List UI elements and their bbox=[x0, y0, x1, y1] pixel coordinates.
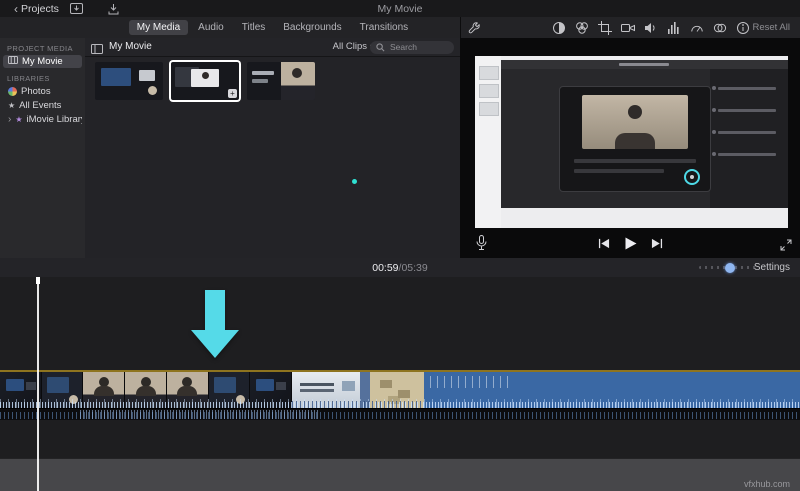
clip-audio-waveform[interactable] bbox=[0, 408, 800, 420]
cursor-highlight-ring bbox=[684, 169, 700, 185]
thumbnail-person bbox=[202, 72, 209, 79]
stabilization-icon[interactable] bbox=[620, 20, 635, 35]
clip-adjust-icons bbox=[551, 20, 750, 35]
zoom-slider-thumb[interactable] bbox=[725, 262, 735, 273]
toolbar-band: My Media Audio Titles Backgrounds Transi… bbox=[0, 17, 800, 39]
disclosure-icon: › bbox=[8, 113, 12, 125]
noise-reduction-icon[interactable] bbox=[666, 20, 681, 35]
clip-thumbnail-selected[interactable]: + bbox=[171, 62, 239, 100]
thumbnail-dialog bbox=[139, 70, 155, 81]
sidebar-item-imovie-library[interactable]: › ★ iMovie Library bbox=[3, 113, 82, 126]
browser-title: My Movie bbox=[109, 41, 152, 52]
timeline: vfxhub.com bbox=[0, 277, 800, 491]
timeline-clip[interactable] bbox=[0, 372, 800, 408]
media-thumbnails: + bbox=[95, 62, 315, 100]
viewer-panel bbox=[460, 38, 800, 258]
window-title: My Movie bbox=[377, 2, 423, 15]
titlebar: ‹ Projects My Movie bbox=[0, 0, 800, 18]
preview-app-sidebar bbox=[710, 69, 788, 208]
photos-icon bbox=[8, 87, 17, 96]
filmstrip-icon bbox=[8, 56, 18, 67]
tab-audio[interactable]: Audio bbox=[190, 20, 232, 35]
imovie-window: ‹ Projects My Movie My Media Audio Title… bbox=[0, 0, 800, 491]
reset-all-button[interactable]: Reset All bbox=[747, 21, 797, 34]
search-input[interactable] bbox=[388, 41, 448, 53]
library-star-icon: ★ bbox=[15, 114, 23, 124]
playhead[interactable] bbox=[35, 277, 40, 491]
preview-sidebar-row bbox=[712, 130, 776, 134]
waveform-overlay-dark bbox=[292, 401, 424, 408]
search-icon bbox=[376, 42, 385, 52]
preview-person-video bbox=[582, 95, 688, 149]
media-browser: My Movie All Clips ▾ + bbox=[85, 38, 460, 258]
sidebar-item-label: All Events bbox=[19, 100, 62, 111]
star-icon: ★ bbox=[8, 100, 16, 110]
crop-icon[interactable] bbox=[597, 20, 612, 35]
person-shoulders bbox=[615, 133, 655, 149]
playback-controls bbox=[460, 237, 800, 250]
preview-dialog-row bbox=[574, 159, 696, 163]
sidebar-item-label: iMovie Library bbox=[26, 114, 82, 125]
volume-icon[interactable] bbox=[643, 20, 658, 35]
fullscreen-icon[interactable] bbox=[780, 239, 792, 254]
preview-sidebar-row bbox=[712, 86, 776, 90]
adjust-toolbar: Reset All bbox=[460, 17, 800, 38]
search-field[interactable] bbox=[370, 40, 454, 54]
timeline-toolbar: 00:59 / 05:39 Settings bbox=[0, 258, 800, 278]
preview-sidebar-row bbox=[712, 152, 776, 156]
enhance-wrench-icon[interactable] bbox=[466, 20, 481, 35]
color-correction-icon[interactable] bbox=[574, 20, 589, 35]
person-head bbox=[628, 105, 642, 119]
preview-app-window bbox=[501, 60, 788, 208]
tab-titles[interactable]: Titles bbox=[234, 20, 274, 35]
project-media-header: PROJECT MEDIA bbox=[7, 44, 73, 53]
tab-transitions[interactable]: Transitions bbox=[352, 20, 417, 35]
thumbnail-person bbox=[148, 86, 157, 95]
sidebar-item-my-movie[interactable]: My Movie bbox=[3, 55, 82, 68]
all-clips-dropdown[interactable]: All Clips ▾ bbox=[333, 41, 374, 52]
preview-slides-column bbox=[475, 56, 501, 228]
tab-my-media[interactable]: My Media bbox=[128, 20, 189, 35]
preview-slide bbox=[479, 84, 499, 98]
play-button[interactable] bbox=[624, 237, 637, 250]
sidebar-item-photos[interactable]: Photos bbox=[3, 85, 82, 98]
tab-backgrounds[interactable]: Backgrounds bbox=[275, 20, 349, 35]
thumbnail-caption bbox=[252, 71, 274, 75]
watermark-text: vfxhub.com bbox=[743, 479, 790, 489]
preview-dialog bbox=[559, 86, 711, 192]
browser-header: My Movie All Clips ▾ bbox=[85, 38, 460, 57]
color-balance-icon[interactable] bbox=[551, 20, 566, 35]
pointer-dot bbox=[352, 179, 357, 184]
total-time: 05:39 bbox=[401, 261, 428, 274]
preview-slide bbox=[479, 102, 499, 116]
filter-label: All Clips bbox=[332, 41, 367, 52]
preview-dialog-row bbox=[574, 169, 664, 173]
next-frame-button[interactable] bbox=[651, 238, 663, 249]
libraries-header: LIBRARIES bbox=[7, 74, 50, 83]
thumbnail-person bbox=[292, 68, 302, 78]
libraries-sidebar: PROJECT MEDIA My Movie LIBRARIES Photos … bbox=[0, 38, 85, 258]
plus-badge-icon: + bbox=[228, 89, 237, 98]
current-time: 00:59 bbox=[372, 261, 399, 274]
browser-appearance-icon[interactable] bbox=[91, 42, 103, 57]
speed-icon[interactable] bbox=[689, 20, 704, 35]
timeline-bottom-bar: vfxhub.com bbox=[0, 458, 800, 491]
preview-sidebar-row bbox=[712, 108, 776, 112]
time-display: 00:59 / 05:39 bbox=[0, 258, 800, 277]
sidebar-item-all-events[interactable]: ★ All Events bbox=[3, 99, 82, 112]
clip-thumbnail[interactable] bbox=[95, 62, 163, 100]
media-tabs: My Media Audio Titles Backgrounds Transi… bbox=[85, 17, 460, 38]
thumbnail-caption bbox=[252, 79, 268, 83]
annotation-arrow bbox=[191, 290, 239, 358]
sidebar-item-label: My Movie bbox=[22, 56, 63, 67]
thumbnail-screen bbox=[101, 68, 131, 86]
previous-frame-button[interactable] bbox=[598, 238, 610, 249]
settings-button[interactable]: Settings bbox=[748, 261, 796, 274]
clip-thumbnail[interactable] bbox=[247, 62, 315, 100]
video-preview bbox=[475, 56, 788, 228]
effects-icon[interactable] bbox=[712, 20, 727, 35]
sidebar-item-label: Photos bbox=[21, 86, 51, 97]
preview-slide bbox=[479, 66, 499, 80]
preview-app-titlebar bbox=[501, 60, 788, 69]
